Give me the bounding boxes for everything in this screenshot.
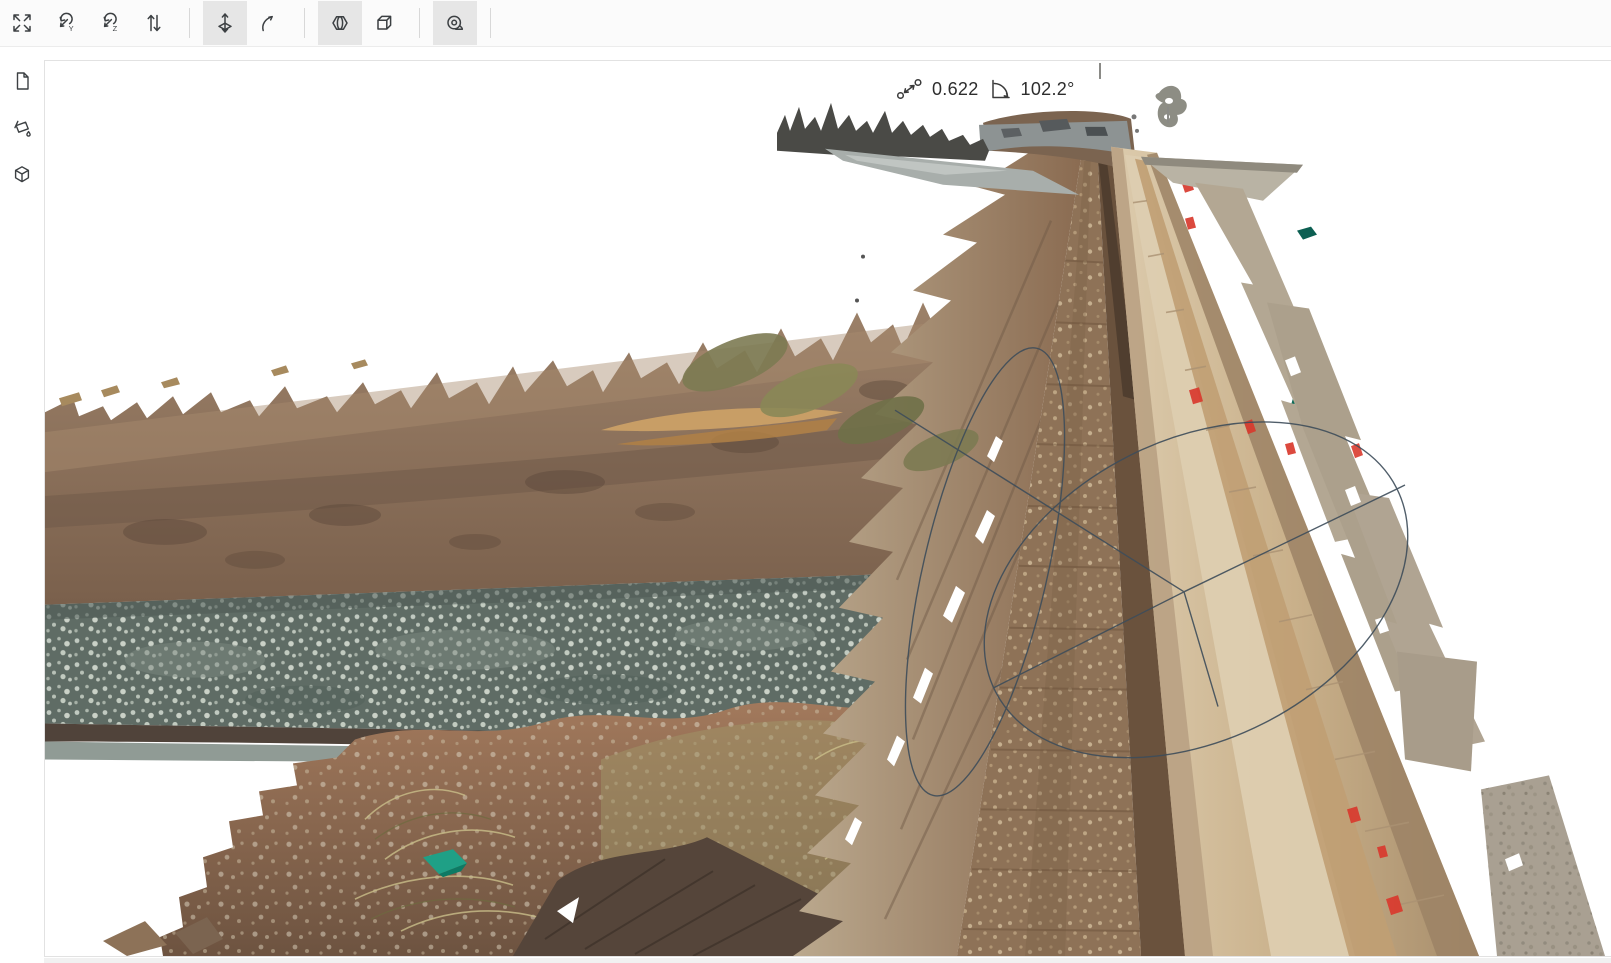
translate-plane-button[interactable] [203, 1, 247, 45]
expand-arrows-icon [10, 11, 34, 35]
toolbar-divider [419, 8, 420, 38]
svg-text:Z: Z [113, 24, 118, 33]
angle-icon [988, 77, 1012, 101]
fit-view-button[interactable] [0, 1, 44, 45]
clip-sphere-icon [328, 11, 352, 35]
soil-wall-band [45, 302, 950, 604]
sidebar-item-surface[interactable] [9, 115, 35, 141]
clip-box-button[interactable] [362, 1, 406, 45]
toolbar-divider [189, 8, 190, 38]
measure-tape-icon [443, 11, 467, 35]
surface-droplet-icon [11, 117, 33, 139]
sidebar [0, 48, 44, 963]
document-icon [11, 70, 33, 92]
bottom-strip [0, 958, 1611, 963]
point-distance-icon [895, 77, 923, 101]
teal-marker [1297, 227, 1317, 240]
measure-button[interactable] [433, 1, 477, 45]
flip-vertical-button[interactable] [132, 1, 176, 45]
toolbar: Y Z [0, 0, 1611, 47]
rotate-z-button[interactable]: Z [88, 1, 132, 45]
curve-arrow-icon [257, 11, 281, 35]
distance-value: 0.622 [932, 79, 979, 100]
rotate-y-button[interactable]: Y [44, 1, 88, 45]
cube-icon [372, 11, 396, 35]
angle-value: 102.2° [1021, 79, 1075, 100]
swap-vertical-icon [142, 11, 166, 35]
measurement-readout: 0.622 102.2° [895, 77, 1075, 101]
sidebar-item-document[interactable] [9, 68, 35, 94]
sidebar-item-model[interactable] [9, 162, 35, 188]
translate-plane-icon [213, 11, 237, 35]
rotate-y-icon: Y [54, 11, 78, 35]
clip-section-button[interactable] [318, 1, 362, 45]
toolbar-divider [490, 8, 491, 38]
rotate-z-icon: Z [98, 11, 122, 35]
terrain-mesh-render [45, 61, 1611, 956]
draw-curve-button[interactable] [247, 1, 291, 45]
svg-text:Y: Y [69, 24, 74, 33]
toolbar-divider [304, 8, 305, 38]
cube-3d-icon [11, 164, 33, 186]
viewport[interactable]: 0.622 102.2° [44, 60, 1611, 957]
